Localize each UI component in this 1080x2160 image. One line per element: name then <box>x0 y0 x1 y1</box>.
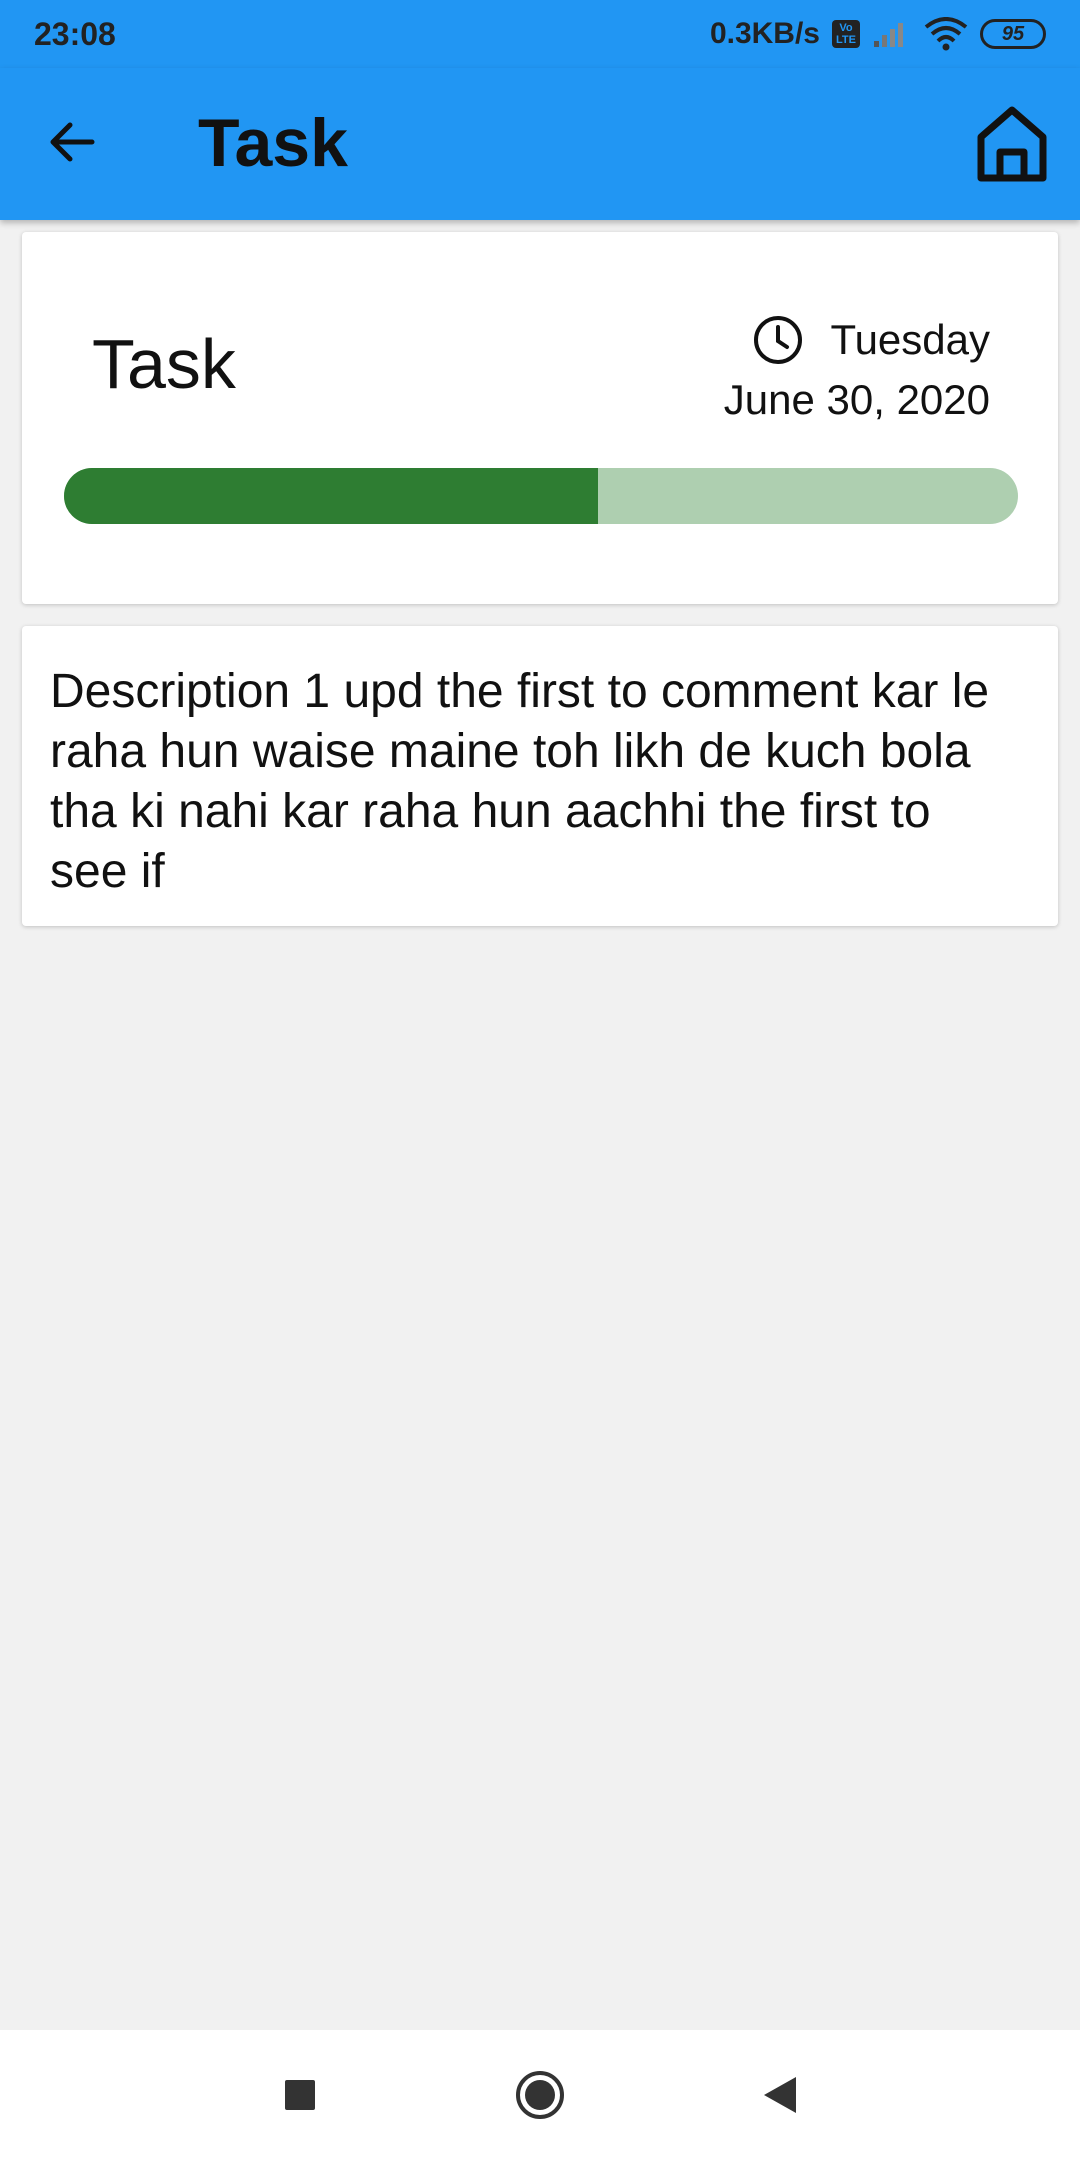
task-day: Tuesday <box>830 316 990 363</box>
signal-icon <box>874 23 903 47</box>
back-triangle-icon <box>764 2077 796 2113</box>
back-nav-button[interactable] <box>750 2065 810 2125</box>
task-description: Description 1 upd the first to comment k… <box>50 665 990 898</box>
home-circle-icon <box>516 2071 564 2119</box>
page-title: Task <box>198 105 348 181</box>
system-nav-bar <box>0 2030 1080 2160</box>
task-name: Task <box>92 325 236 403</box>
arrow-back-icon <box>50 122 95 162</box>
clock-icon <box>752 314 804 366</box>
task-progress-fill <box>64 468 599 524</box>
task-date: Tuesday June 30, 2020 <box>724 314 990 424</box>
battery-icon: 95 <box>980 19 1046 49</box>
home-icon <box>977 106 1047 182</box>
recents-square-icon <box>285 2080 315 2110</box>
home-nav-button[interactable] <box>510 2065 570 2125</box>
home-button[interactable] <box>972 104 1052 184</box>
recents-button[interactable] <box>270 2065 330 2125</box>
status-time: 23:08 <box>34 15 116 52</box>
status-icons: 0.3KB/s Vo LTE 95 <box>710 17 1046 51</box>
network-speed: 0.3KB/s <box>709 17 820 50</box>
volte-icon: Vo LTE <box>832 20 860 48</box>
task-progress-bar <box>64 468 1018 524</box>
app-bar: Task <box>0 68 1080 220</box>
wifi-icon <box>924 17 968 51</box>
task-card[interactable]: Task Tuesday June 30, 2020 <box>22 232 1058 604</box>
description-card: Description 1 upd the first to comment k… <box>22 626 1058 926</box>
task-date-text: June 30, 2020 <box>723 376 990 423</box>
status-bar: 23:08 0.3KB/s Vo LTE 95 <box>0 0 1080 68</box>
back-button[interactable] <box>36 106 108 178</box>
